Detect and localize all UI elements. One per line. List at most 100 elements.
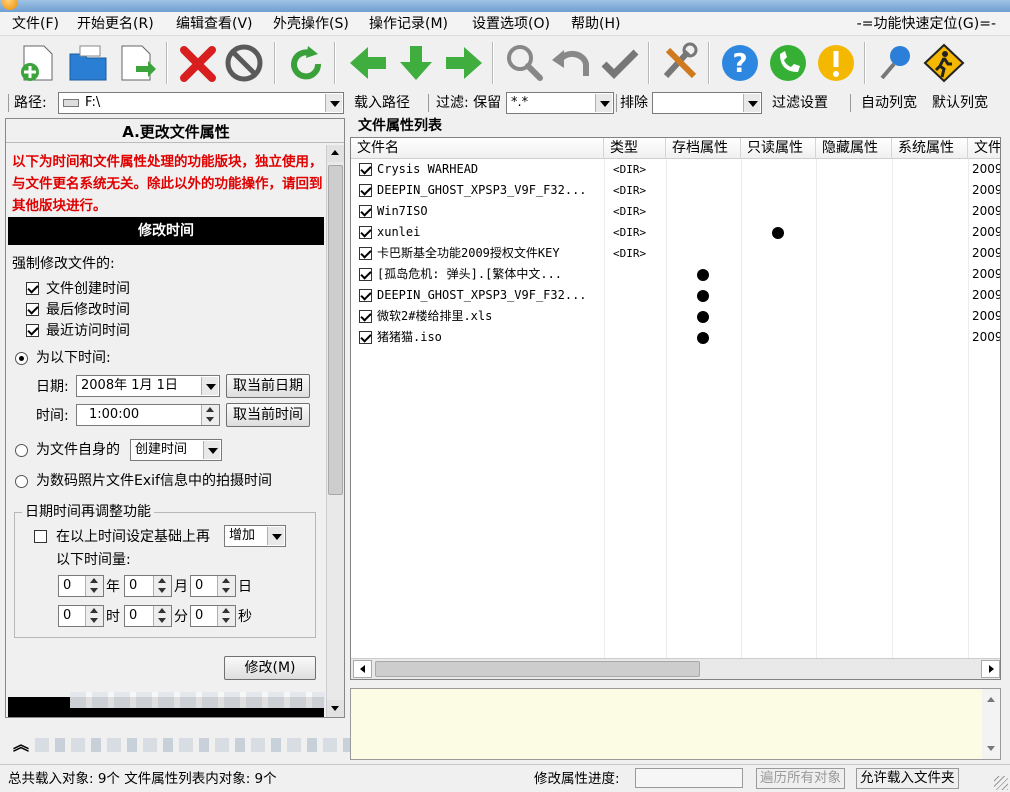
table-row[interactable]: xunlei <DIR> 2009 <box>351 222 1000 243</box>
col-readonly[interactable]: 只读属性 <box>741 138 816 159</box>
time-picker[interactable]: 1:00:00 <box>76 404 220 426</box>
phone-icon[interactable] <box>766 42 810 84</box>
pin-icon[interactable] <box>874 42 918 84</box>
stop-icon[interactable] <box>222 42 266 84</box>
path-combo[interactable]: F:\ <box>58 92 344 114</box>
delete-icon[interactable] <box>176 42 220 84</box>
chevron-down-icon[interactable] <box>203 441 220 459</box>
search-icon[interactable] <box>502 42 546 84</box>
row-checkbox[interactable] <box>359 331 372 344</box>
years-spinner[interactable]: 0 <box>58 575 104 597</box>
menu-shell[interactable]: 外壳操作(S) <box>273 15 349 33</box>
menu-help[interactable]: 帮助(H) <box>571 15 620 33</box>
log-scrollbar[interactable] <box>982 689 1000 759</box>
menu-file[interactable]: 文件(F) <box>12 15 59 33</box>
quick-locate-menu[interactable]: -=功能快速定位(G)=- <box>857 15 996 33</box>
chevron-down-icon[interactable] <box>595 94 612 112</box>
chevron-down-icon[interactable] <box>201 377 218 395</box>
row-checkbox[interactable] <box>359 310 372 323</box>
spin-arrows[interactable] <box>217 576 235 596</box>
scroll-thumb[interactable] <box>375 661 700 677</box>
list-horizontal-scrollbar[interactable] <box>351 658 1000 679</box>
undo-icon[interactable] <box>550 42 594 84</box>
spin-arrows[interactable] <box>153 576 171 596</box>
spin-arrows[interactable] <box>85 576 103 596</box>
col-hidden[interactable]: 隐藏属性 <box>816 138 892 159</box>
table-row[interactable]: DEEPIN_GHOST_XPSP3_V9F_F32... <DIR> 2009 <box>351 180 1000 201</box>
months-spinner[interactable]: 0 <box>124 575 172 597</box>
hours-spinner[interactable]: 0 <box>58 605 104 627</box>
col-filename[interactable]: 文件名 <box>351 138 604 159</box>
spin-arrows[interactable] <box>217 606 235 626</box>
modify-button[interactable]: 修改(M) <box>224 656 316 680</box>
exclude-combo[interactable] <box>652 92 762 114</box>
chevron-down-icon[interactable] <box>325 94 342 112</box>
col-file-date[interactable]: 文件 <box>968 138 1000 159</box>
menu-edit-view[interactable]: 编辑查看(V) <box>176 15 253 33</box>
table-row[interactable]: 猪猪猫.iso 2009 <box>351 327 1000 348</box>
seconds-spinner[interactable]: 0 <box>190 605 236 627</box>
tools-icon[interactable] <box>658 42 702 84</box>
menu-rename[interactable]: 开始更名(R) <box>77 15 154 33</box>
chevron-down-icon[interactable] <box>743 94 760 112</box>
col-system[interactable]: 系统属性 <box>892 138 968 159</box>
export-file-icon[interactable] <box>114 42 158 84</box>
open-folder-icon[interactable] <box>66 42 110 84</box>
current-date-button[interactable]: 取当前日期 <box>226 374 310 398</box>
resize-grip-icon[interactable] <box>994 776 1008 790</box>
refresh-icon[interactable] <box>284 42 328 84</box>
time-spinner[interactable] <box>201 405 219 425</box>
allow-folder-button[interactable]: 允许载入文件夹 <box>856 768 959 789</box>
row-checkbox[interactable] <box>359 205 372 218</box>
col-type[interactable]: 类型 <box>604 138 666 159</box>
created-time-checkbox[interactable] <box>26 282 39 295</box>
arrow-down-icon[interactable] <box>394 42 438 84</box>
load-path-button[interactable]: 载入路径 <box>354 94 410 112</box>
col-archive[interactable]: 存档属性 <box>666 138 741 159</box>
row-checkbox[interactable] <box>359 268 372 281</box>
accessed-time-checkbox[interactable] <box>26 324 39 337</box>
row-checkbox[interactable] <box>359 247 372 260</box>
chevron-down-icon[interactable] <box>267 527 284 545</box>
log-panel[interactable] <box>350 688 1001 760</box>
spin-arrows[interactable] <box>153 606 171 626</box>
double-chevron-up-icon[interactable]: ︽ <box>13 737 29 753</box>
adjust-select[interactable]: 增加 <box>224 525 286 547</box>
panel-scrollbar[interactable] <box>326 145 344 717</box>
filter-combo[interactable]: *.* <box>506 92 614 114</box>
menu-settings[interactable]: 设置选项(O) <box>472 15 550 33</box>
table-row[interactable]: DEEPIN_GHOST_XPSP3_V9F_F32... 2009 <box>351 285 1000 306</box>
scroll-thumb[interactable] <box>328 165 343 495</box>
table-row[interactable]: Crysis WARHEAD <DIR> 2009 <box>351 159 1000 180</box>
row-checkbox[interactable] <box>359 184 372 197</box>
arrow-left-icon[interactable] <box>346 42 390 84</box>
file-attribute-list[interactable]: 文件名 类型 存档属性 只读属性 隐藏属性 系统属性 文件 Crysis WAR… <box>350 137 1001 680</box>
check-icon[interactable] <box>598 42 642 84</box>
adjust-checkbox[interactable] <box>34 530 47 543</box>
arrow-right-icon[interactable] <box>442 42 486 84</box>
exif-time-radio[interactable] <box>15 475 28 488</box>
row-checkbox[interactable] <box>359 226 372 239</box>
filter-settings-button[interactable]: 过滤设置 <box>772 94 828 112</box>
table-row[interactable]: [孤岛危机: 弹头].[繁体中文... 2009 <box>351 264 1000 285</box>
scroll-up-icon[interactable] <box>327 145 344 162</box>
fixed-time-radio[interactable] <box>15 352 28 365</box>
self-time-select[interactable]: 创建时间 <box>130 439 222 461</box>
default-width-button[interactable]: 默认列宽 <box>932 94 988 112</box>
menu-records[interactable]: 操作记录(M) <box>369 15 448 33</box>
warning-icon[interactable] <box>814 42 858 84</box>
table-row[interactable]: Win7ISO <DIR> 2009 <box>351 201 1000 222</box>
scroll-left-icon[interactable] <box>353 660 372 678</box>
current-time-button[interactable]: 取当前时间 <box>226 403 310 427</box>
walker-icon[interactable] <box>922 42 966 84</box>
date-picker[interactable]: 2008年 1月 1日 <box>76 375 220 397</box>
modified-time-checkbox[interactable] <box>26 303 39 316</box>
scroll-right-icon[interactable] <box>981 660 1000 678</box>
scroll-down-icon[interactable] <box>327 700 344 717</box>
auto-width-button[interactable]: 自动列宽 <box>861 94 917 112</box>
add-file-icon[interactable] <box>16 42 60 84</box>
row-checkbox[interactable] <box>359 163 372 176</box>
spin-arrows[interactable] <box>85 606 103 626</box>
traverse-all-button[interactable]: 遍历所有对象 <box>756 768 845 789</box>
row-checkbox[interactable] <box>359 289 372 302</box>
